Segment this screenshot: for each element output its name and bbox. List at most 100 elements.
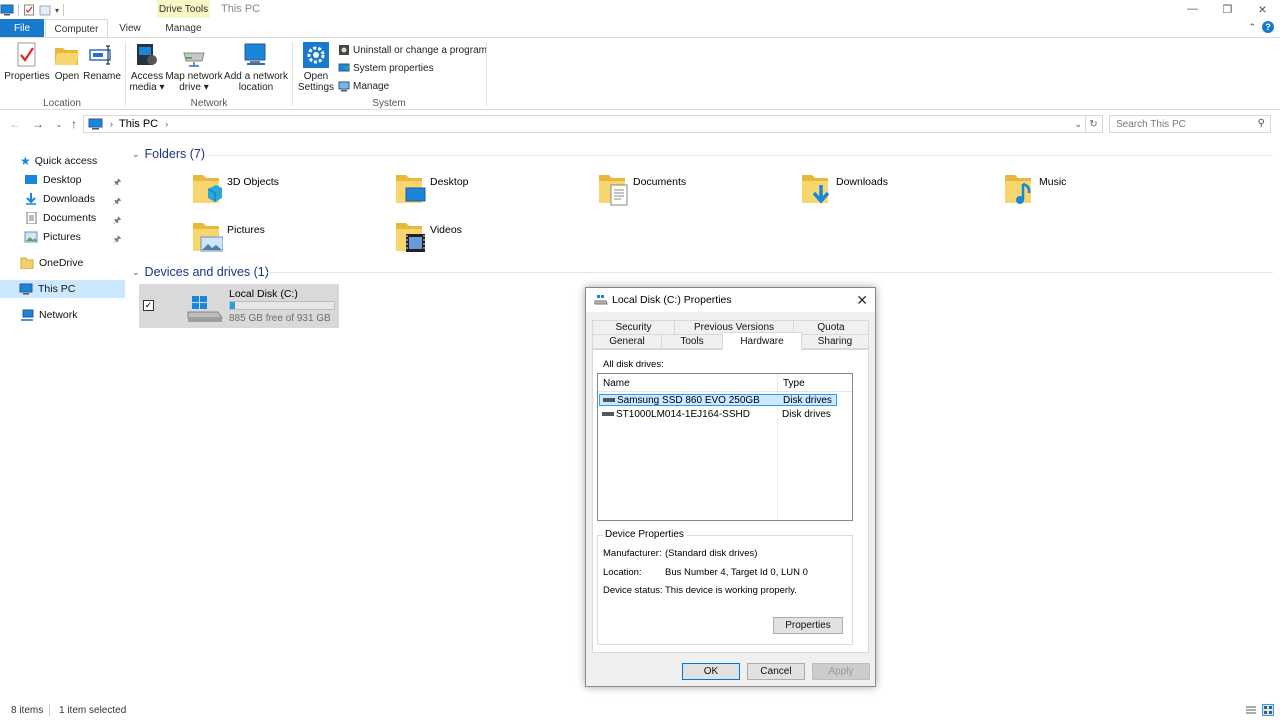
device-properties-button[interactable]: Properties: [773, 617, 843, 634]
sidebar-item-label: Quick access: [34, 155, 98, 167]
folder-item-music[interactable]: Music: [1003, 171, 1066, 207]
access-media-button[interactable]: Access media ▾: [128, 42, 166, 93]
add-location-label-2: location: [238, 82, 274, 93]
tab-view[interactable]: View: [112, 19, 148, 37]
open-settings-button[interactable]: Open Settings: [297, 42, 335, 93]
recent-locations-chevron-icon[interactable]: ⌄: [52, 116, 66, 132]
tab-computer[interactable]: Computer: [45, 19, 108, 38]
breadcrumb-separator-icon[interactable]: ›: [110, 119, 113, 129]
disk-drives-list[interactable]: Name Type Samsung SSD 860 EVO 250GB Disk…: [597, 373, 853, 521]
folder-item-downloads[interactable]: Downloads: [800, 171, 888, 207]
pin-icon[interactable]: 🖈: [113, 213, 121, 229]
3d-objects-folder-icon: [193, 175, 222, 203]
map-drive-label-1: Map network: [165, 71, 223, 82]
sidebar-item-downloads[interactable]: Downloads: [24, 190, 95, 208]
folder-item-videos[interactable]: Videos: [394, 219, 462, 255]
dialog-close-button[interactable]: ✕: [856, 292, 868, 309]
sidebar-item-desktop[interactable]: Desktop: [24, 171, 82, 189]
toolbar-separator: [63, 4, 65, 16]
help-icon[interactable]: ?: [1262, 21, 1274, 33]
tab-quota[interactable]: Quota: [793, 320, 869, 335]
tab-tools[interactable]: Tools: [661, 334, 723, 349]
sidebar-item-onedrive[interactable]: OneDrive: [20, 254, 83, 272]
rename-button[interactable]: Rename: [83, 42, 121, 82]
apply-button[interactable]: Apply: [812, 663, 870, 680]
column-divider[interactable]: [777, 374, 778, 392]
sidebar-item-label: Desktop: [43, 174, 82, 186]
list-item[interactable]: ST1000LM014-1EJ164-SSHD Disk drives: [599, 408, 837, 420]
refresh-icon[interactable]: ↻: [1085, 115, 1103, 133]
network-group-label: Network: [190, 98, 228, 109]
back-arrow-icon[interactable]: ←: [8, 116, 22, 132]
properties-qat-icon[interactable]: [23, 4, 35, 16]
open-button[interactable]: Open: [52, 42, 82, 82]
breadcrumb-chevron-icon[interactable]: ›: [165, 119, 168, 129]
window-title: This PC: [221, 3, 261, 15]
ribbon: Properties Open Rename Location Access m…: [0, 37, 1280, 110]
collapse-chevron-icon[interactable]: ⌄: [132, 267, 140, 278]
folder-item-desktop[interactable]: Desktop: [394, 171, 469, 207]
sidebar-item-quick-access[interactable]: ★ Quick access: [20, 152, 97, 170]
this-pc-icon[interactable]: [0, 4, 14, 16]
customize-qat-chevron-icon[interactable]: ▾: [55, 6, 59, 15]
uninstall-program-button[interactable]: Uninstall or change a program: [338, 44, 487, 56]
tab-hardware[interactable]: Hardware: [722, 332, 802, 350]
search-input[interactable]: Search This PC ⚲: [1109, 115, 1271, 133]
restore-button[interactable]: ❐: [1210, 0, 1245, 18]
address-dropdown-icon[interactable]: ⌄: [1074, 119, 1082, 130]
tab-file[interactable]: File: [0, 19, 44, 37]
address-bar[interactable]: › This PC › ⌄: [83, 115, 1086, 133]
folder-item-documents[interactable]: Documents: [597, 171, 686, 207]
details-view-icon[interactable]: [1245, 705, 1257, 716]
close-window-button[interactable]: ×: [1245, 0, 1280, 18]
sidebar-item-pictures[interactable]: Pictures: [24, 228, 81, 246]
desktop-icon: [25, 175, 37, 184]
column-header-name[interactable]: Name: [603, 378, 630, 389]
expand-ribbon-chevron-icon[interactable]: ⌃: [1248, 22, 1256, 33]
location-group-label: Location: [43, 98, 81, 109]
sidebar-item-network[interactable]: Network: [20, 306, 78, 324]
map-network-drive-button[interactable]: Map network drive ▾: [165, 42, 223, 93]
folder-item-pictures[interactable]: Pictures: [191, 219, 265, 255]
access-media-label-1: Access: [130, 71, 164, 82]
pin-icon[interactable]: 🖈: [113, 194, 121, 210]
list-item[interactable]: Samsung SSD 860 EVO 250GB Disk drives: [599, 394, 837, 406]
disk-drive-icon: [603, 398, 615, 402]
tab-general[interactable]: General: [592, 334, 662, 349]
pin-icon[interactable]: 🖈: [113, 232, 121, 248]
pin-icon[interactable]: 🖈: [113, 175, 121, 191]
tab-manage[interactable]: Manage: [157, 19, 210, 37]
system-properties-label: System properties: [353, 62, 434, 74]
collapse-chevron-icon[interactable]: ⌄: [132, 149, 140, 160]
minimize-button[interactable]: —: [1175, 0, 1210, 18]
group-separator: [292, 42, 293, 106]
add-network-location-button[interactable]: Add a network location: [224, 42, 288, 93]
sidebar-item-documents[interactable]: Documents: [24, 209, 96, 227]
folder-item-3d-objects[interactable]: 3D Objects: [191, 171, 279, 207]
this-pc-address-icon: [88, 118, 103, 130]
selection-checkbox[interactable]: ✓: [143, 300, 154, 311]
music-folder-icon: [1005, 175, 1031, 204]
manage-button[interactable]: Manage: [338, 80, 389, 92]
ok-button[interactable]: OK: [682, 663, 740, 680]
sidebar-item-label: Pictures: [43, 231, 81, 243]
properties-button[interactable]: Properties: [4, 42, 50, 82]
tab-sharing[interactable]: Sharing: [801, 334, 869, 349]
navigation-bar: ← → ⌄ ↑ › This PC › ⌄ ↻ Search This PC ⚲: [0, 113, 1280, 135]
folders-section-header[interactable]: ⌄ Folders (7): [132, 147, 205, 161]
section-divider: [207, 155, 1273, 156]
forward-arrow-icon[interactable]: →: [31, 116, 45, 132]
drive-list-type: Disk drives: [783, 394, 832, 406]
system-properties-button[interactable]: System properties: [338, 62, 434, 74]
column-header-type[interactable]: Type: [783, 378, 805, 389]
drives-section-header[interactable]: ⌄ Devices and drives (1): [132, 265, 269, 279]
up-arrow-icon[interactable]: ↑: [67, 116, 81, 132]
tab-security[interactable]: Security: [592, 320, 675, 335]
breadcrumb-this-pc[interactable]: This PC: [119, 118, 158, 130]
large-icons-view-icon[interactable]: [1262, 704, 1274, 716]
sidebar-item-this-pc[interactable]: This PC: [0, 280, 125, 298]
documents-folder-icon: [599, 175, 628, 206]
cancel-button[interactable]: Cancel: [747, 663, 805, 680]
new-folder-qat-icon[interactable]: [39, 4, 51, 16]
open-label: Open: [54, 71, 80, 82]
